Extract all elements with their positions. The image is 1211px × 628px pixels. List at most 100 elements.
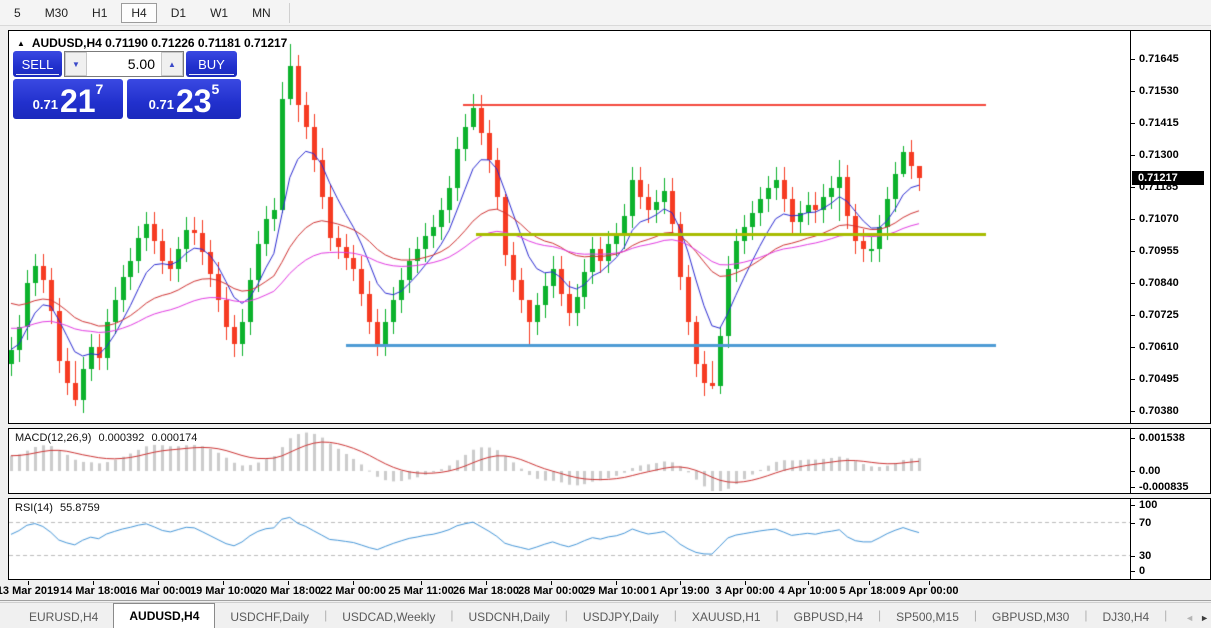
price-tick-mark	[1131, 282, 1135, 284]
sell-price-button[interactable]: 0.71 21 7	[13, 79, 123, 119]
price-tick-mark	[1131, 122, 1135, 124]
timeframe-button-mn[interactable]: MN	[242, 3, 281, 23]
price-tick-mark	[1131, 58, 1135, 60]
buy-price-button[interactable]: 0.71 23 5	[127, 79, 241, 119]
time-axis-label: 20 Mar 18:00	[254, 585, 322, 597]
rsi-tick-mark	[1131, 571, 1135, 572]
volume-box: ▼ ▲	[64, 51, 184, 77]
rsi-tick-label: 0	[1139, 565, 1146, 577]
chart-tab-sp500-m15[interactable]: SP500,M15	[881, 606, 974, 628]
rsi-value: 55.8759	[59, 502, 100, 514]
time-axis-label: 28 Mar 00:00	[517, 585, 585, 597]
rsi-tick-mark	[1131, 523, 1135, 524]
price-tick-mark	[1131, 218, 1135, 220]
time-axis-label: 13 Mar 2019	[0, 585, 60, 597]
chart-tab-usdjpy-daily[interactable]: USDJPY,Daily	[568, 606, 674, 628]
price-tick-label: 0.70495	[1139, 372, 1179, 385]
timeframe-button-m30[interactable]: M30	[35, 3, 78, 23]
price-tick-label: 0.71530	[1139, 84, 1179, 97]
price-tick-mark	[1131, 378, 1135, 380]
macd-tick-label: 0.00	[1139, 465, 1161, 477]
macd-axis: 0.001538 0.00 -0.000835	[1130, 429, 1210, 493]
buy-price-big: 23	[175, 83, 212, 119]
timeframe-button-w1[interactable]: W1	[200, 3, 238, 23]
macd-label: MACD(12,26,9) 0.000392 0.000174	[15, 432, 201, 444]
buy-price-prefix: 0.71	[148, 97, 174, 112]
sell-button[interactable]: SELL	[13, 51, 62, 77]
tab-scroll-arrows: ◄ ►	[1185, 613, 1209, 623]
collapse-arrow-icon[interactable]: ▲	[17, 39, 25, 48]
chart-tab-gbpusd-h4[interactable]: GBPUSD,H4	[779, 606, 878, 628]
chart-tab-gbpusd-m30[interactable]: GBPUSD,M30	[977, 606, 1084, 628]
volume-increase-button[interactable]: ▲	[161, 52, 183, 76]
time-axis-label: 14 Mar 18:00	[59, 585, 127, 597]
price-tick-mark	[1131, 250, 1135, 252]
chart-tab-usdchf-daily[interactable]: USDCHF,Daily	[215, 606, 324, 628]
tabs-scroll-right-icon[interactable]: ►	[1200, 613, 1209, 623]
rsi-canvas[interactable]	[9, 499, 1131, 579]
spinner-up-icon: ▲	[168, 59, 176, 69]
tabs-scroll-left-icon[interactable]: ◄	[1185, 613, 1194, 623]
buy-price-pipette: 5	[211, 81, 220, 97]
price-tick-mark	[1131, 314, 1135, 316]
rsi-name: RSI(14)	[15, 502, 53, 514]
sell-price-big: 21	[59, 83, 96, 119]
rsi-panel: RSI(14) 55.8759 100 70 30 0	[8, 498, 1211, 580]
price-tick-label: 0.70380	[1139, 404, 1179, 417]
price-chart-panel: ▲ AUDUSD,H4 0.71190 0.71226 0.71181 0.71…	[8, 30, 1211, 424]
macd-tick-mark	[1131, 471, 1135, 472]
time-axis[interactable]: 13 Mar 2019 14 Mar 18:00 16 Mar 00:00 19 Ma…	[0, 581, 1211, 601]
macd-tick-mark	[1131, 487, 1135, 488]
time-axis-label: 5 Apr 18:00	[839, 585, 899, 597]
chart-tab-usdcad-weekly[interactable]: USDCAD,Weekly	[327, 606, 450, 628]
price-tick-mark	[1131, 410, 1135, 412]
chart-tab-tech100-h1[interactable]: TECH100,H1	[1167, 606, 1180, 628]
timeframe-button-h4[interactable]: H4	[121, 2, 157, 23]
timeframe-button-5[interactable]: 5	[4, 3, 31, 23]
time-axis-label: 16 Mar 00:00	[124, 585, 192, 597]
chart-tab-eurusd-h4[interactable]: EURUSD,H4	[14, 606, 113, 628]
one-click-trading-panel: SELL ▼ ▲ BUY 0.71 21 7 0.71 23 5	[13, 51, 241, 119]
price-tick-label: 0.70725	[1139, 308, 1179, 321]
time-axis-label: 4 Apr 10:00	[778, 585, 838, 597]
time-axis-label: 19 Mar 10:00	[189, 585, 257, 597]
price-tick-label: 0.71645	[1139, 52, 1179, 65]
chart-tabs: EURUSD,H4 AUDUSD,H4 USDCHF,Daily | USDCAD,We…	[0, 602, 1180, 628]
price-tick-mark	[1131, 346, 1135, 348]
chart-tab-usdcnh-daily[interactable]: USDCNH,Daily	[453, 606, 564, 628]
rsi-label: RSI(14) 55.8759	[15, 502, 104, 514]
toolbar-separator	[288, 2, 290, 23]
price-tick-label: 0.70955	[1139, 244, 1179, 257]
volume-input[interactable]	[87, 52, 161, 76]
macd-panel: MACD(12,26,9) 0.000392 0.000174 0.001538…	[8, 428, 1211, 494]
price-axis[interactable]: 0.71645 0.71530 0.71415 0.71300 0.71185 0.710…	[1130, 31, 1210, 423]
time-axis-label: 29 Mar 10:00	[582, 585, 650, 597]
volume-decrease-button[interactable]: ▼	[65, 52, 87, 76]
rsi-tick-label: 30	[1139, 550, 1152, 562]
time-axis-label: 26 Mar 18:00	[452, 585, 520, 597]
time-axis-label: 9 Apr 00:00	[899, 585, 959, 597]
chart-tab-xauusd-h1[interactable]: XAUUSD,H1	[677, 606, 776, 628]
buy-button[interactable]: BUY	[186, 51, 237, 77]
price-tick-label: 0.71300	[1139, 148, 1179, 161]
price-tick-mark	[1131, 186, 1135, 188]
price-tick-mark	[1131, 154, 1135, 156]
timeframe-button-h1[interactable]: H1	[82, 3, 117, 23]
rsi-tick-label: 70	[1139, 517, 1152, 529]
timeframe-button-d1[interactable]: D1	[161, 3, 196, 23]
current-price-badge: 0.71217	[1132, 170, 1204, 185]
macd-main-value: 0.000392	[98, 432, 145, 444]
price-tick-label: 0.71070	[1139, 212, 1179, 225]
chart-tab-audusd-h4[interactable]: AUDUSD,H4	[113, 603, 216, 628]
rsi-tick-mark	[1131, 556, 1135, 557]
macd-tick-label: -0.000835	[1139, 481, 1189, 493]
chart-ohlc-values: 0.71190 0.71226 0.71181 0.71217	[105, 36, 288, 50]
chart-symbol-label: AUDUSD,H4	[31, 36, 102, 50]
spinner-down-icon: ▼	[72, 59, 80, 69]
macd-tick-label: 0.001538	[1139, 432, 1185, 444]
chart-tab-dj30-h4[interactable]: DJ30,H4	[1087, 606, 1164, 628]
time-axis-label: 22 Mar 00:00	[319, 585, 387, 597]
sell-price-prefix: 0.71	[32, 97, 58, 112]
time-axis-label: 1 Apr 19:00	[650, 585, 710, 597]
chart-tab-bar: EURUSD,H4 AUDUSD,H4 USDCHF,Daily | USDCAD,We…	[0, 602, 1211, 628]
